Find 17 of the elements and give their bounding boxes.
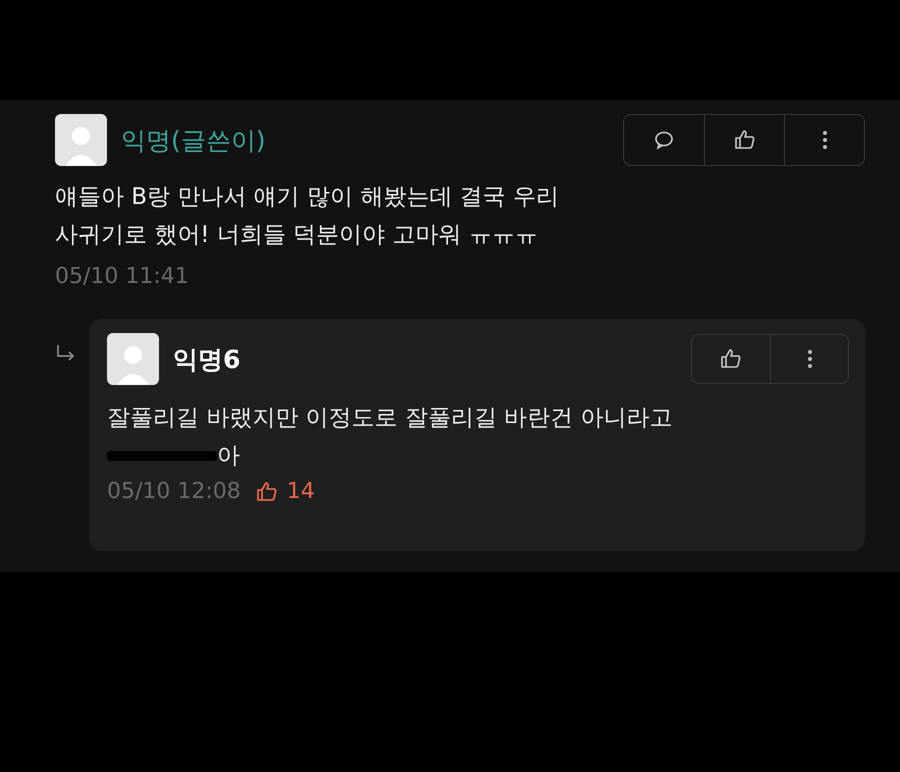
comment-icon bbox=[653, 129, 675, 151]
post-time: 05/10 11:41 bbox=[55, 264, 190, 289]
more-icon bbox=[806, 348, 812, 370]
like-count: 14 bbox=[286, 479, 315, 504]
reply-text: 아 bbox=[217, 442, 240, 471]
author-name: 익명6 bbox=[173, 344, 240, 376]
reply-arrow-icon bbox=[55, 343, 77, 363]
more-icon bbox=[822, 129, 828, 151]
reply-text: 잘풀리길 바랬지만 이정도로 잘풀리길 바란건 아니라고 bbox=[107, 404, 674, 433]
thumbs-up-icon bbox=[732, 128, 756, 152]
like-icon bbox=[254, 480, 279, 504]
avatar-icon bbox=[55, 114, 107, 166]
author-name: 익명(글쓴이) bbox=[121, 124, 266, 156]
post-text: 얘들아 B랑 만나서 얘기 많이 해봤는데 결국 우리 사귀기로 했어! 너희들 덕분이야 고마워 ㅠㅠㅠ bbox=[55, 183, 560, 250]
thumbs-up-icon bbox=[719, 347, 743, 371]
reply-time: 05/10 12:08 bbox=[107, 479, 241, 504]
avatar-icon bbox=[107, 333, 159, 385]
